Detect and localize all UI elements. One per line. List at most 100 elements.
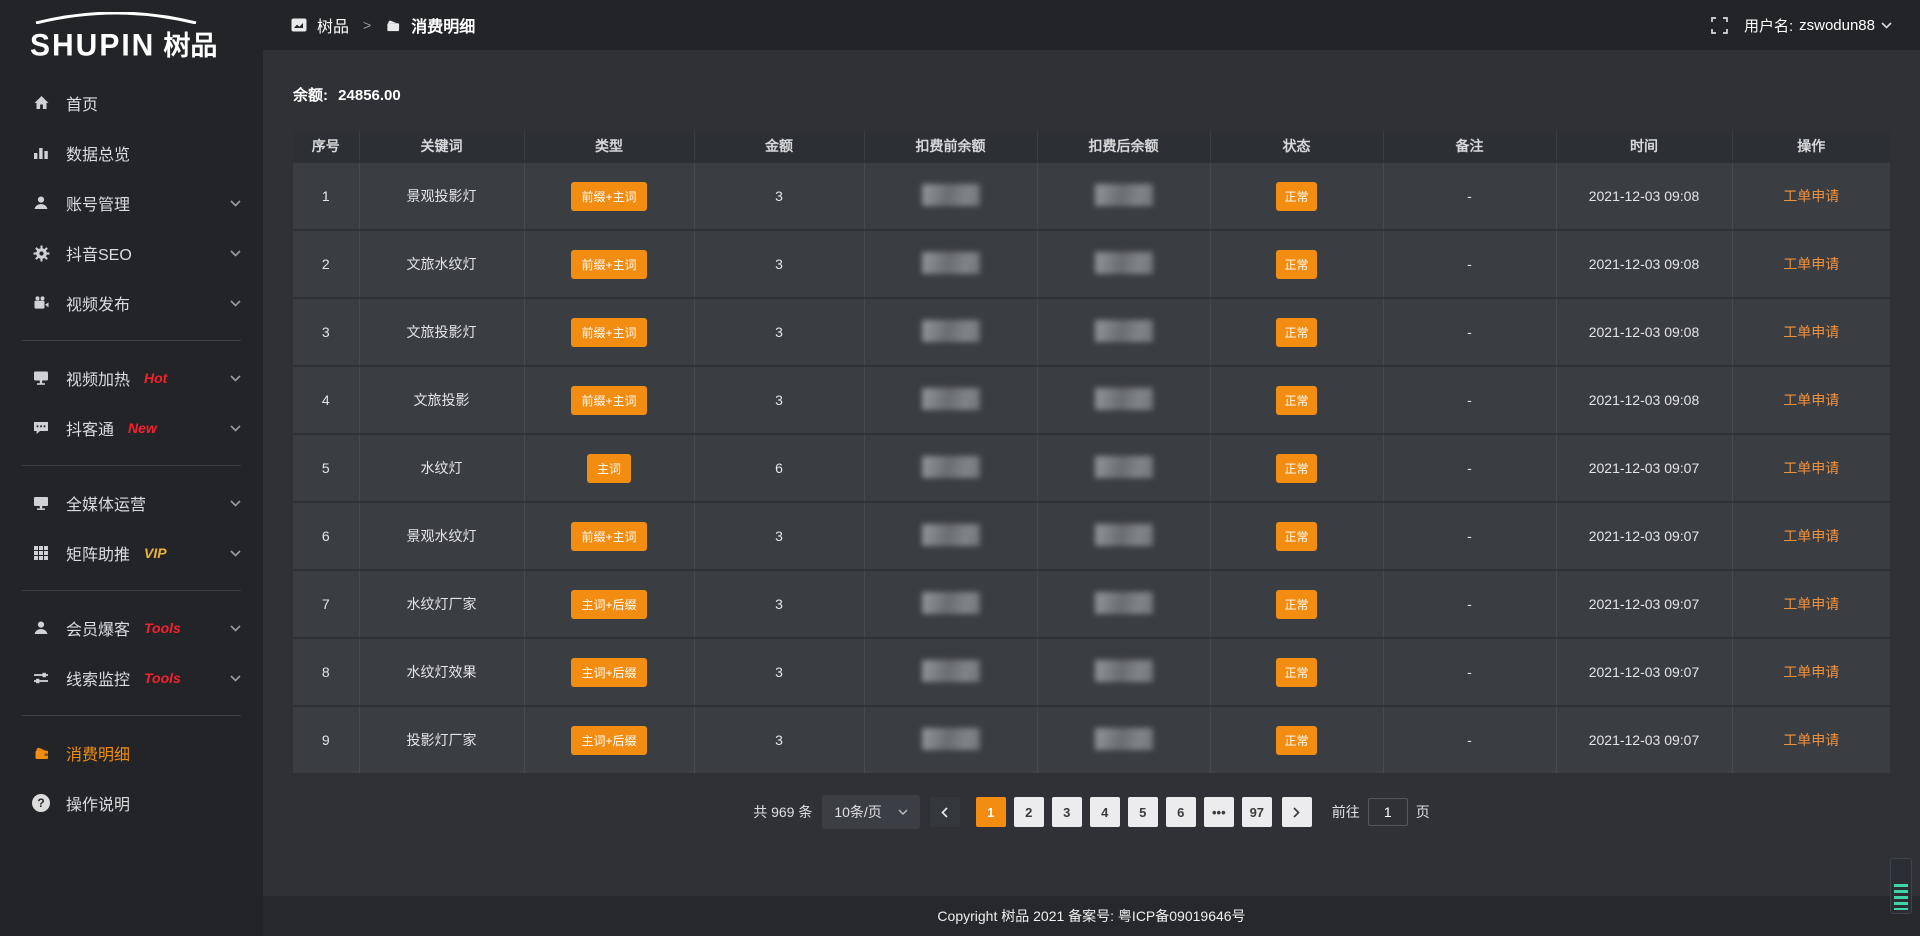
sidebar-item-home[interactable]: 首页 (0, 78, 263, 128)
bar-chart-icon (32, 144, 50, 162)
cell-status: 正常 (1210, 502, 1383, 570)
redacted-value (922, 252, 980, 274)
cell-type: 前缀+主词 (524, 366, 694, 434)
cell-keyword: 景观投影灯 (359, 162, 524, 230)
sidebar-item-media-operation[interactable]: 全媒体运营 (0, 478, 263, 528)
type-badge: 前缀+主词 (571, 182, 646, 211)
page-button-4[interactable]: 4 (1090, 797, 1120, 827)
cell-status: 正常 (1210, 706, 1383, 774)
chevron-down-icon (230, 244, 241, 262)
cell-balance-before (864, 570, 1037, 638)
chevron-down-icon (230, 369, 241, 387)
cell-time: 2021-12-03 09:07 (1556, 570, 1732, 638)
cell-type: 前缀+主词 (524, 162, 694, 230)
breadcrumb-app[interactable]: 树品 (317, 13, 349, 37)
table-header: 序号 关键词 类型 金额 扣费前余额 扣费后余额 状态 备注 时间 操作 (293, 131, 1890, 162)
cell-keyword: 投影灯厂家 (359, 706, 524, 774)
redacted-value (922, 660, 980, 682)
sidebar-item-instructions[interactable]: 操作说明 (0, 778, 263, 828)
cell-amount: 3 (694, 298, 864, 366)
cell-amount: 6 (694, 434, 864, 502)
cell-index: 9 (293, 706, 359, 774)
cell-action: 工单申请 (1732, 570, 1890, 638)
video-icon (32, 294, 50, 312)
user-menu[interactable]: 用户名: zswodun88 (1744, 15, 1892, 36)
work-order-link[interactable]: 工单申请 (1783, 528, 1839, 544)
sidebar-item-data-overview[interactable]: 数据总览 (0, 128, 263, 178)
work-order-link[interactable]: 工单申请 (1783, 732, 1839, 748)
cell-index: 7 (293, 570, 359, 638)
table-row: 3 文旅投影灯 前缀+主词 3 正常 - 2021-12-03 09:08 工单… (293, 298, 1890, 366)
page-size-select[interactable]: 10条/页 (822, 795, 919, 829)
logo-text-cn: 树品 (163, 24, 217, 63)
redacted-value (1095, 592, 1153, 614)
chevron-down-icon (230, 669, 241, 687)
sidebar-item-account[interactable]: 账号管理 (0, 178, 263, 228)
sliders-icon (32, 669, 50, 687)
sidebar-item-member-burst[interactable]: 会员爆客 Tools (0, 603, 263, 653)
sidebar-item-matrix-boost[interactable]: 矩阵助推 VIP (0, 528, 263, 578)
chat-widget[interactable] (1890, 858, 1912, 914)
cell-type: 主词+后缀 (524, 706, 694, 774)
sidebar-item-label: 视频发布 (66, 291, 130, 315)
cell-balance-after (1037, 570, 1210, 638)
cell-index: 4 (293, 366, 359, 434)
sidebar-item-doketong[interactable]: 抖客通 New (0, 403, 263, 453)
page-button-5[interactable]: 5 (1128, 797, 1158, 827)
work-order-link[interactable]: 工单申请 (1783, 596, 1839, 612)
cell-status: 正常 (1210, 638, 1383, 706)
prev-page-button[interactable] (930, 797, 960, 827)
type-badge: 主词+后缀 (571, 726, 646, 755)
page-button-•••[interactable]: ••• (1204, 797, 1234, 827)
sidebar-item-video-publish[interactable]: 视频发布 (0, 278, 263, 328)
cell-amount: 3 (694, 638, 864, 706)
cell-amount: 3 (694, 502, 864, 570)
redacted-value (922, 184, 980, 206)
cell-balance-after (1037, 230, 1210, 298)
cell-balance-before (864, 502, 1037, 570)
redacted-value (922, 320, 980, 342)
work-order-link[interactable]: 工单申请 (1783, 324, 1839, 340)
type-badge: 前缀+主词 (571, 386, 646, 415)
sidebar-item-video-heat[interactable]: 视频加热 Hot (0, 353, 263, 403)
redacted-value (1095, 184, 1153, 206)
page-button-3[interactable]: 3 (1052, 797, 1082, 827)
chevron-down-icon (230, 194, 241, 212)
page-button-6[interactable]: 6 (1166, 797, 1196, 827)
work-order-link[interactable]: 工单申请 (1783, 188, 1839, 204)
work-order-link[interactable]: 工单申请 (1783, 392, 1839, 408)
cell-note: - (1383, 298, 1556, 366)
next-page-button[interactable] (1282, 797, 1312, 827)
username-label: 用户名: (1744, 15, 1793, 36)
cell-type: 前缀+主词 (524, 230, 694, 298)
table-row: 7 水纹灯厂家 主词+后缀 3 正常 - 2021-12-03 09:07 工单… (293, 570, 1890, 638)
balance-label: 余额: (293, 87, 328, 104)
fullscreen-icon[interactable] (1711, 17, 1728, 34)
sidebar-item-consumption-detail[interactable]: 消费明细 (0, 728, 263, 778)
work-order-link[interactable]: 工单申请 (1783, 256, 1839, 272)
page-button-97[interactable]: 97 (1242, 797, 1272, 827)
topbar: 树品 > 消费明细 用户名: zswodun88 (263, 0, 1920, 50)
status-badge: 正常 (1276, 182, 1316, 211)
work-order-link[interactable]: 工单申请 (1783, 460, 1839, 476)
type-badge: 前缀+主词 (571, 522, 646, 551)
goto-page-input[interactable] (1368, 798, 1408, 826)
cell-keyword: 水纹灯效果 (359, 638, 524, 706)
cell-amount: 3 (694, 706, 864, 774)
type-badge: 主词+后缀 (571, 658, 646, 687)
logo: SHUPIN 树品 (0, 0, 263, 64)
redacted-value (1095, 660, 1153, 682)
sidebar-item-label: 会员爆客 (66, 616, 130, 640)
col-header-type: 类型 (524, 131, 694, 162)
hot-badge: Hot (144, 370, 167, 386)
sidebar-item-douyin-seo[interactable]: 抖音SEO (0, 228, 263, 278)
cell-type: 主词 (524, 434, 694, 502)
sidebar-nav: 首页 数据总览 账号管理 抖音SEO 视频发布 (0, 78, 263, 828)
chevron-down-icon (230, 294, 241, 312)
cell-action: 工单申请 (1732, 502, 1890, 570)
sidebar-item-lead-monitor[interactable]: 线索监控 Tools (0, 653, 263, 703)
home-icon (32, 94, 50, 112)
work-order-link[interactable]: 工单申请 (1783, 664, 1839, 680)
page-button-2[interactable]: 2 (1014, 797, 1044, 827)
page-button-1[interactable]: 1 (976, 797, 1006, 827)
